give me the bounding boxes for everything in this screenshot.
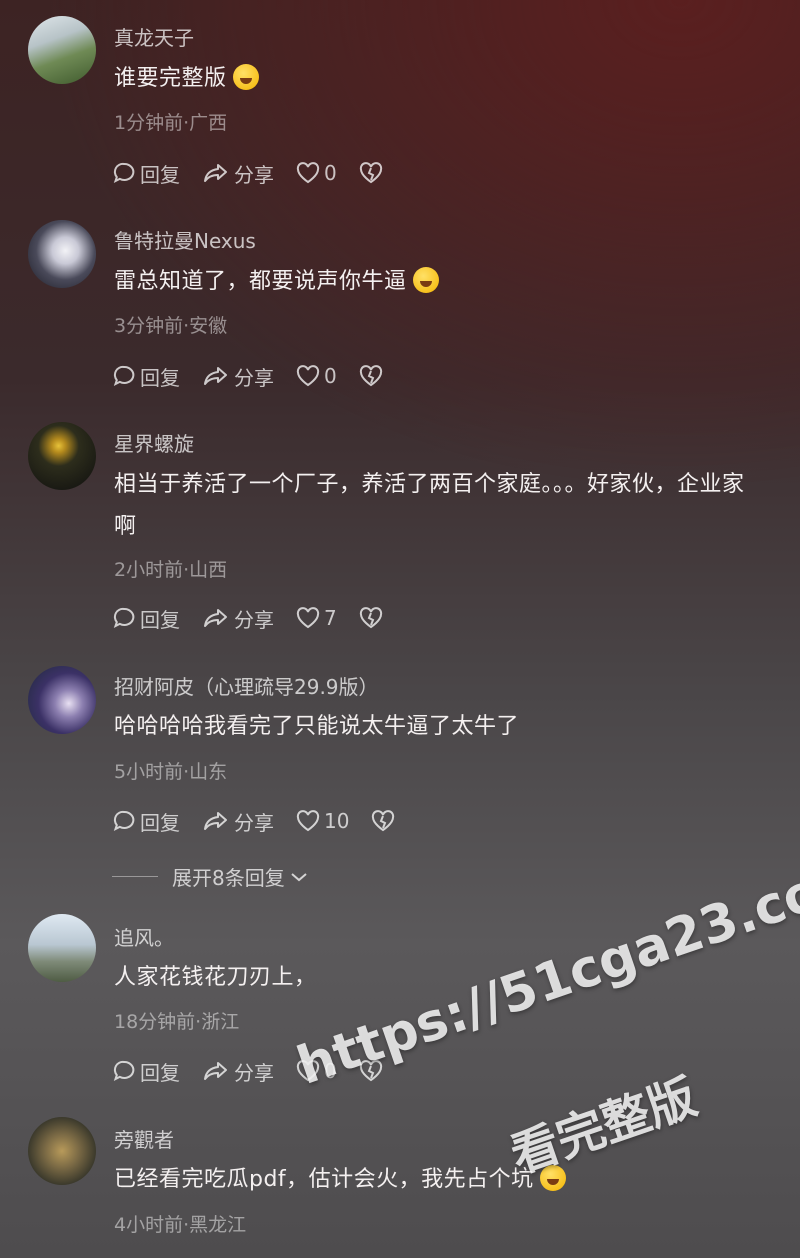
avatar[interactable] [28,220,96,288]
like-button[interactable]: 7 [296,606,337,630]
dislike-button[interactable] [359,162,387,184]
comment-meta: 2小时前·山西 [114,559,228,581]
avatar[interactable] [28,16,96,84]
like-count: 0 [324,364,337,388]
comment-text: 相当于养活了一个厂子，养活了两百个家庭。。。好家伙，企业家啊 [114,472,745,539]
comment-username[interactable]: 追风。 [114,922,174,951]
comment-text: 已经看完吃瓜pdf，估计会火，我先占个坑 [114,1159,764,1201]
reply-button[interactable]: 回复 [112,362,180,391]
share-label: 分享 [234,607,274,632]
dislike-button[interactable] [359,607,387,629]
comment-actions: 回复 分享 10 [112,806,421,836]
comment-text: 雷总知道了，都要说声你牛逼 [114,261,764,303]
share-button[interactable]: 分享 [202,604,274,633]
broken-heart-icon [359,162,382,184]
share-button[interactable]: 分享 [202,807,274,836]
reply-bubble-icon [113,1060,135,1081]
heart-icon [296,365,320,387]
share-label: 分享 [234,365,274,390]
heart-icon [296,810,320,832]
reply-bubble-icon [113,365,135,386]
share-label: 分享 [234,810,274,835]
comment-text: 谁要完整版 [114,58,764,100]
reply-button[interactable]: 回复 [112,1057,180,1086]
comment-actions: 回复 分享 0 [112,158,409,188]
like-button[interactable]: 0 [296,161,337,185]
reply-button[interactable]: 回复 [112,807,180,836]
heart-icon [296,162,320,184]
comment-username[interactable]: 招财阿皮（心理疏导29.9版） [114,671,379,700]
reply-button[interactable]: 回复 [112,159,180,188]
laughing-emoji-icon [232,64,259,90]
broken-heart-icon [359,365,382,387]
avatar[interactable] [28,914,96,982]
reply-bubble-icon [113,162,135,183]
share-arrow-icon [204,609,227,627]
share-button[interactable]: 分享 [202,362,274,391]
reply-label: 回复 [140,1060,180,1085]
comment-meta: 3分钟前·安徽 [114,315,228,337]
comment-username[interactable]: 真龙天子 [114,22,194,51]
reply-label: 回复 [140,810,180,835]
dislike-button[interactable] [371,810,399,832]
reply-bubble-icon [113,607,135,628]
like-count: 10 [324,809,350,833]
chevron-down-icon [291,872,307,881]
divider [112,876,158,877]
reply-button[interactable]: 回复 [112,604,180,633]
avatar[interactable] [28,1117,96,1185]
expand-replies-button[interactable]: 展开8条回复 [112,862,309,891]
share-label: 分享 [234,162,274,187]
share-arrow-icon [204,164,227,182]
comment-meta: 4小时前·黑龙江 [114,1214,247,1236]
reply-bubble-icon [113,810,135,831]
share-label: 分享 [234,1060,274,1085]
comment-username[interactable]: 鲁特拉曼Nexus [114,225,256,254]
broken-heart-icon [359,607,382,629]
comment-actions: 回复 分享 7 [112,603,409,633]
reply-label: 回复 [140,607,180,632]
share-arrow-icon [204,812,227,830]
heart-icon [296,607,320,629]
comment-username[interactable]: 星界螺旋 [114,428,194,457]
broken-heart-icon [372,810,395,832]
avatar[interactable] [28,422,96,490]
dislike-button[interactable] [359,365,387,387]
reply-label: 回复 [140,162,180,187]
like-button[interactable]: 0 [296,364,337,388]
share-arrow-icon [204,367,227,385]
comment-actions: 回复 分享 0 [112,361,409,391]
comment-meta: 1分钟前·广西 [114,112,228,134]
like-button[interactable]: 10 [296,809,349,833]
comment-text: 哈哈哈哈我看完了只能说太牛逼了太牛了 [114,714,520,739]
comment-meta: 5小时前·山东 [114,761,228,783]
like-count: 7 [324,606,337,630]
avatar[interactable] [28,666,96,734]
reply-label: 回复 [140,365,180,390]
share-arrow-icon [204,1062,227,1080]
comment-username[interactable]: 旁觀者 [114,1124,174,1153]
comment-meta: 18分钟前·浙江 [114,1011,240,1033]
share-button[interactable]: 分享 [202,159,274,188]
expand-replies-label: 展开8条回复 [172,866,285,890]
share-button[interactable]: 分享 [202,1057,274,1086]
like-count: 0 [324,161,337,185]
laughing-emoji-icon [412,267,439,293]
